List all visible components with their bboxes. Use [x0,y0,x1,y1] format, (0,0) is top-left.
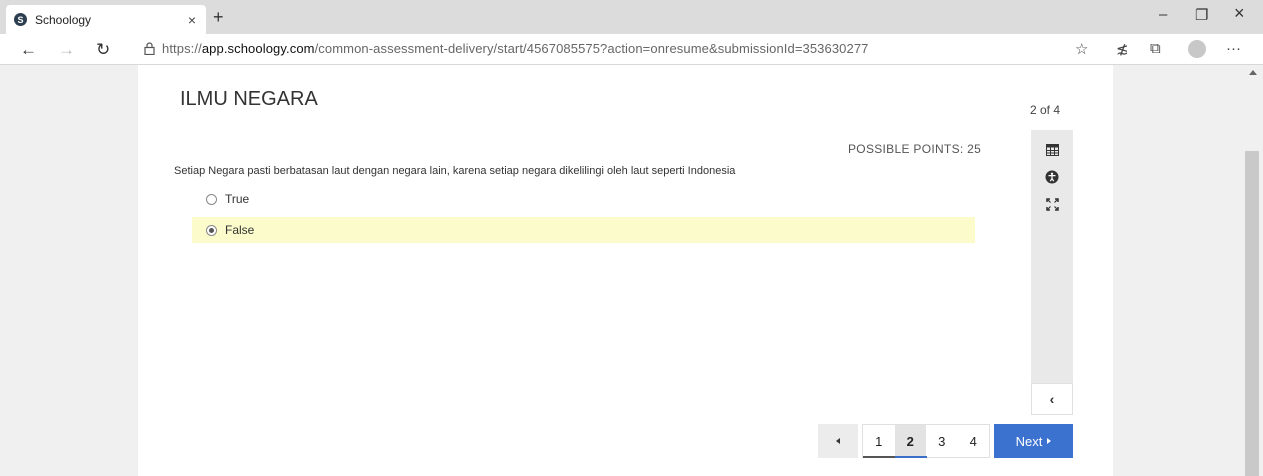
question-text: Setiap Negara pasti berbatasan laut deng… [174,165,736,177]
fullscreen-icon[interactable] [1044,196,1060,212]
accessibility-icon[interactable] [1044,169,1060,185]
back-icon[interactable]: ← [20,40,37,60]
collections-icon[interactable]: ⧉ [1150,40,1161,57]
tab-title: Schoology [35,12,92,27]
previous-button[interactable] [818,424,858,458]
option-label: True [225,192,250,206]
browser-tab[interactable]: S Schoology × [6,5,206,34]
collapse-panel-button[interactable]: ‹ [1031,383,1073,415]
radio-true[interactable] [206,193,217,205]
address-bar-row: ← → ↻ https://app.schoology.com/common-a… [0,34,1263,65]
calendar-icon[interactable] [1044,142,1060,158]
scroll-up-arrow-icon[interactable] [1249,70,1257,75]
next-button[interactable]: Next [994,424,1073,458]
possible-points: POSSIBLE POINTS: 25 [848,142,982,156]
next-button-label: Next [1015,433,1043,449]
page-1-button[interactable]: 1 [863,425,895,457]
minimize-button[interactable]: – [1159,6,1167,23]
question-counter: 2 of 4 [1030,103,1061,117]
tab-close-icon[interactable]: × [188,12,196,28]
assessment-page [138,65,1113,476]
refresh-icon[interactable]: ↻ [96,40,110,60]
schoology-favicon-icon: S [14,13,27,26]
scrollbar[interactable] [1243,65,1263,476]
page-title: ILMU NEGARA [180,88,318,110]
tool-panel [1031,130,1073,415]
lock-icon [144,42,155,60]
url-field[interactable]: https://app.schoology.com/common-assessm… [162,41,868,56]
page-4-button[interactable]: 4 [958,425,990,457]
close-window-button[interactable]: × [1234,3,1245,24]
previous-arrow-icon [836,438,840,444]
page-2-button[interactable]: 2 [894,425,926,457]
page-3-button[interactable]: 3 [926,425,958,457]
maximize-button[interactable]: ❐ [1195,6,1208,24]
answer-option-false[interactable]: False [192,217,975,243]
favorites-list-icon[interactable]: ≴ [1116,40,1129,58]
current-page-indicator [895,456,927,458]
settings-menu-icon[interactable]: ··· [1226,40,1241,57]
new-tab-button[interactable]: + [213,7,224,28]
next-arrow-icon [1047,438,1052,444]
forward-icon[interactable]: → [58,40,75,60]
radio-false[interactable] [206,224,217,236]
page-navigation: 1 2 3 4 [862,424,990,458]
answer-option-true[interactable]: True [192,186,975,212]
browser-tab-bar: S Schoology × + – ❐ × [0,0,1263,34]
favorite-star-icon[interactable]: ☆ [1075,40,1088,58]
profile-avatar[interactable] [1188,40,1206,58]
scrollbar-thumb[interactable] [1245,151,1259,476]
option-label: False [225,223,255,237]
